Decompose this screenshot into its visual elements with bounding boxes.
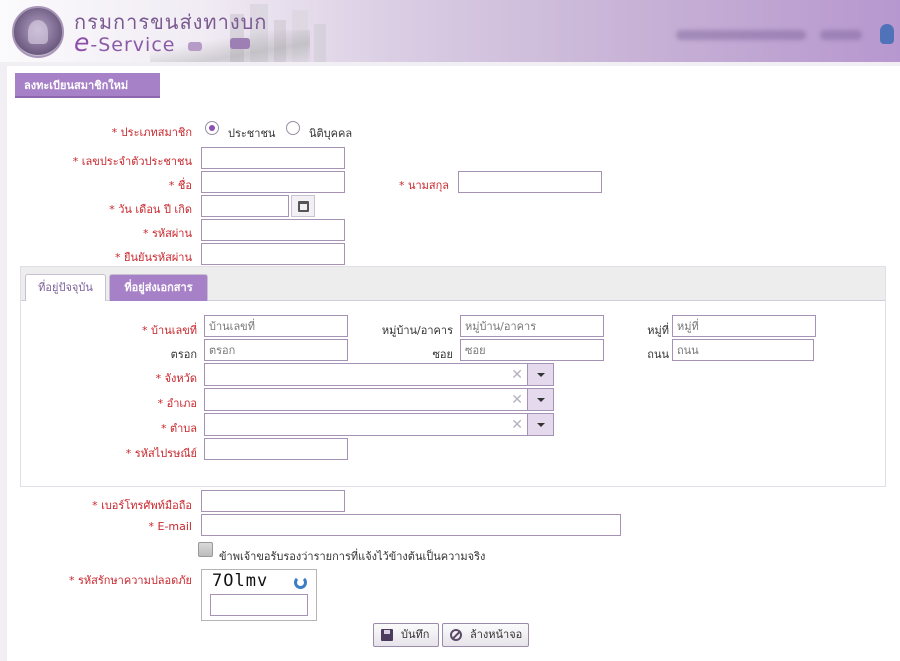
captcha-refresh-icon[interactable] [294,576,307,589]
district-label: * อำเภอ [157,397,197,410]
subdistrict-clear-icon[interactable]: ✕ [511,416,523,434]
email-input[interactable] [201,514,621,536]
province-dropdown-arrow-icon[interactable] [527,363,554,386]
password-input[interactable] [201,219,345,241]
province-select[interactable]: ✕ [204,363,554,386]
captcha-image-text: 7Olmv [212,571,269,591]
cancel-icon [450,629,462,641]
last-name-label: * นามสกุล [398,179,449,192]
birth-date-label: * วัน เดือน ปี เกิด [109,203,192,216]
soi-label: ซอย [432,348,453,361]
soi-input[interactable] [460,339,604,361]
address-tab-box: ที่อยู่ปัจจุบัน ที่อยู่ส่งเอกสาร * บ้านเ… [20,266,886,487]
postcode-label: * รหัสไปรษณีย์ [125,447,197,460]
subdistrict-dropdown-arrow-icon[interactable] [527,413,554,436]
tab-mailing-address[interactable]: ที่อยู่ส่งเอกสาร [109,274,208,301]
logout-link-blurred[interactable] [820,30,862,40]
form-title: ลงทะเบียนสมาชิกใหม่ [15,73,160,98]
province-label: * จังหวัด [155,372,197,385]
member-type-juristic-label[interactable]: นิติบุคคล [309,124,352,142]
house-no-input[interactable] [204,315,348,337]
first-name-label: * ชื่อ [168,179,192,192]
district-select[interactable]: ✕ [204,388,554,411]
member-type-label: * ประเภทสมาชิก [111,126,192,139]
subdistrict-label: * ตำบล [160,422,197,435]
registration-panel: ลงทะเบียนสมาชิกใหม่ * ประเภทสมาชิก ประชา… [7,66,900,661]
moo-input[interactable] [672,315,816,337]
confirm-password-input[interactable] [201,243,345,265]
member-type-citizen-label[interactable]: ประชาชน [228,124,275,142]
email-label: * E-mail [148,520,193,533]
postcode-input[interactable] [204,438,348,460]
clear-form-button[interactable]: ล้างหน้าจอ [442,623,529,647]
car-icon [188,42,202,51]
last-name-input[interactable] [458,171,602,193]
save-button[interactable]: บันทึก [373,623,439,647]
captcha-box: 7Olmv [201,569,317,621]
header-banner: กรมการขนส่งทางบก e-Service [0,0,900,62]
road-input[interactable] [672,339,814,361]
subdistrict-select[interactable]: ✕ [204,413,554,436]
certify-label[interactable]: ข้าพเจ้าขอรับรองว่ารายการที่แจ้งไว้ข้างต… [219,547,485,565]
district-clear-icon[interactable]: ✕ [511,391,523,409]
user-icon[interactable] [880,24,894,44]
first-name-input[interactable] [201,171,345,193]
village-label: หมู่บ้าน/อาคาร [381,324,453,337]
user-info-blurred [676,30,806,40]
village-input[interactable] [460,315,604,337]
member-type-juristic-radio[interactable] [286,121,300,135]
trok-input[interactable] [204,339,348,361]
floppy-disk-icon [381,629,393,641]
address-tab-strip: ที่อยู่ปัจจุบัน ที่อยู่ส่งเอกสาร [21,267,885,301]
id-card-label: * เลขประจำตัวประชาชน [72,155,192,168]
password-label: * รหัสผ่าน [142,227,192,240]
eservice-logo: e-Service [74,28,176,57]
calendar-button[interactable] [291,195,315,217]
id-card-input[interactable] [201,147,345,169]
birth-date-input[interactable] [201,195,289,217]
captcha-label: * รหัสรักษาความปลอดภัย [68,574,192,587]
moo-label: หมู่ที่ [647,324,669,337]
mobile-label: * เบอร์โทรศัพท์มือถือ [92,499,192,512]
member-type-citizen-radio[interactable] [205,121,219,135]
province-clear-icon[interactable]: ✕ [511,366,523,384]
house-no-label: * บ้านเลขที่ [142,324,197,337]
trok-label: ตรอก [170,348,197,361]
mobile-input[interactable] [201,490,345,512]
dlt-seal-logo-icon [12,6,64,58]
certify-checkbox[interactable] [198,542,213,557]
road-label: ถนน [647,348,669,361]
district-dropdown-arrow-icon[interactable] [527,388,554,411]
bus-icon [230,38,250,49]
captcha-input[interactable] [210,594,308,616]
calendar-icon [298,201,309,212]
confirm-password-label: * ยืนยันรหัสผ่าน [115,251,192,264]
tab-current-address[interactable]: ที่อยู่ปัจจุบัน [25,274,106,301]
